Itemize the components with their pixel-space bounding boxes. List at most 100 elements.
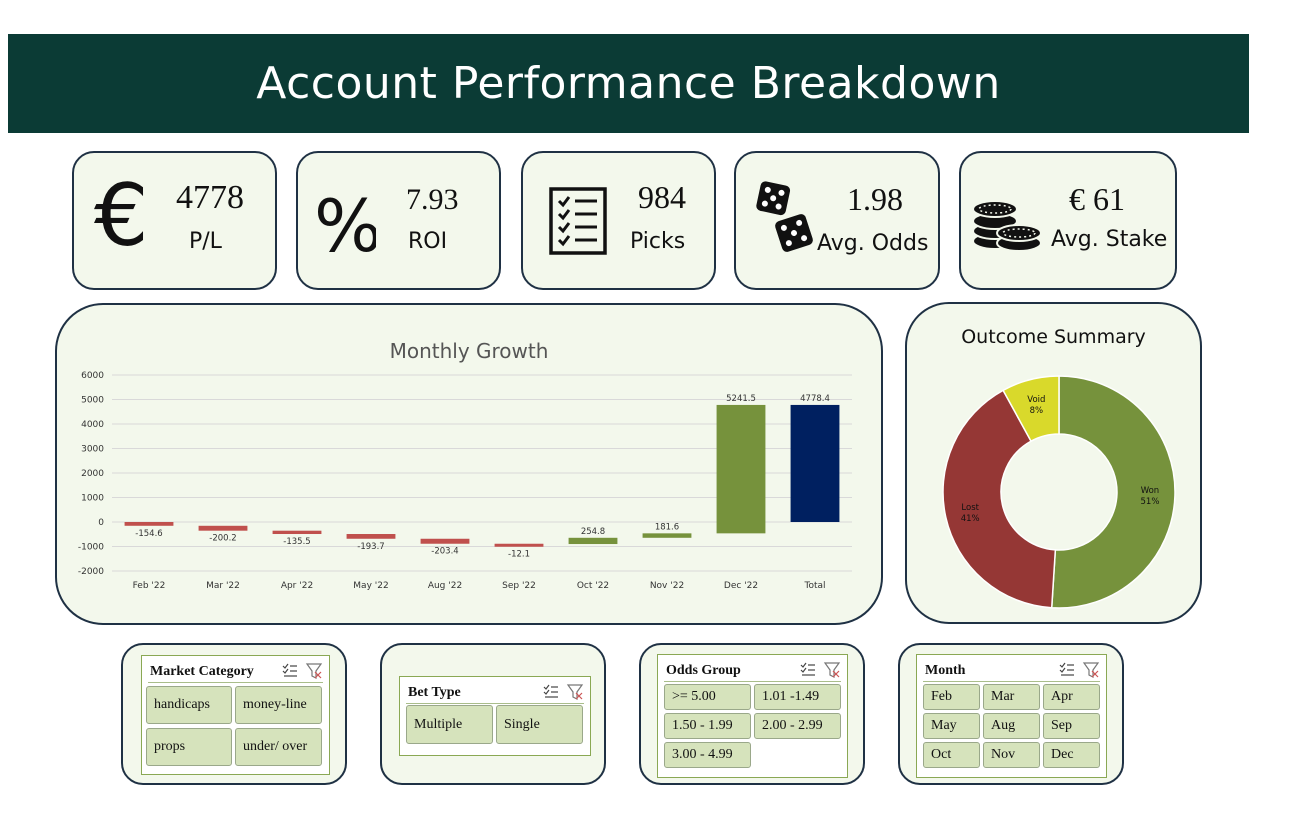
slicer-header-icons: [1058, 661, 1100, 679]
bar-dec-22: [716, 404, 766, 534]
x-tick-label: Feb '22: [133, 581, 166, 591]
slicer-item-apr[interactable]: Apr: [1043, 684, 1100, 710]
clear-filter-icon[interactable]: [305, 663, 323, 679]
slicer-title: Bet Type: [408, 685, 461, 700]
dice-icon: [754, 179, 824, 259]
kpi-card-stake: € 61 Avg. Stake: [959, 151, 1177, 290]
x-tick-label: Mar '22: [206, 581, 240, 591]
bar-total: [790, 404, 840, 522]
donut-chart: Won51% Lost41% Void8%: [942, 375, 1176, 609]
kpi-label-picks: Picks: [630, 229, 686, 254]
slice-label-percent: 8%: [1030, 406, 1044, 416]
bar-sep-22: [494, 543, 544, 547]
month-card: Month Feb Mar Apr May Aug Sep Oct Nov De…: [898, 643, 1124, 785]
slicer-item-money-line[interactable]: money-line: [235, 686, 322, 724]
multi-select-icon[interactable]: [1059, 662, 1074, 676]
slicer-header: Month: [923, 659, 1100, 682]
kpi-label-roi: ROI: [408, 229, 448, 254]
slicer-item-sep[interactable]: Sep: [1043, 713, 1100, 739]
clear-filter-icon[interactable]: [823, 662, 841, 678]
bet-type-slicer: Bet Type Multiple Single: [399, 676, 591, 756]
y-tick-label: 2000: [81, 469, 104, 479]
clear-filter-icon[interactable]: [566, 684, 584, 700]
slice-label-name: Void: [1027, 395, 1045, 405]
slicer-item-oct[interactable]: Oct: [923, 742, 980, 768]
slicer-item-may[interactable]: May: [923, 713, 980, 739]
kpi-card-odds: 1.98 Avg. Odds: [734, 151, 940, 290]
bar-aug-22: [420, 538, 470, 544]
x-tick-label: May '22: [353, 581, 388, 591]
x-tick-label: Apr '22: [281, 581, 313, 591]
data-label: 181.6: [655, 522, 679, 532]
slice-label-name: Won: [1141, 486, 1160, 496]
slicer-item-handicaps[interactable]: handicaps: [146, 686, 232, 724]
slicer-title: Market Category: [150, 664, 254, 679]
slice-label-name: Lost: [961, 503, 979, 513]
data-label: -12.1: [508, 550, 530, 560]
multi-select-icon[interactable]: [543, 684, 558, 698]
slicer-item-under-over[interactable]: under/ over: [235, 728, 322, 766]
odds-group-slicer: Odds Group >= 5.00 1.01 -1.49 1.50 - 1.9…: [657, 654, 848, 778]
month-slicer: Month Feb Mar Apr May Aug Sep Oct Nov De…: [916, 654, 1107, 778]
outcome-summary-panel: Outcome Summary Won 51% Lost 41% Void 8%: [905, 302, 1202, 624]
slicer-item-odds-2-00[interactable]: 2.00 - 2.99: [754, 713, 841, 739]
slicer-item-props[interactable]: props: [146, 728, 232, 766]
bar-apr-22: [272, 530, 322, 535]
slicer-item-nov[interactable]: Nov: [983, 742, 1040, 768]
kpi-card-roi: % 7.93 ROI: [296, 151, 501, 290]
kpi-card-picks: 984 Picks: [521, 151, 716, 290]
slicer-item-odds-5-plus[interactable]: >= 5.00: [664, 684, 751, 710]
waterfall-chart: 6000 5000 4000 3000 2000 1000 0 -1000 -2000 -154.…: [78, 371, 852, 591]
slicer-item-dec[interactable]: Dec: [1043, 742, 1100, 768]
multi-select-icon[interactable]: [282, 663, 297, 677]
kpi-value-odds: 1.98: [847, 181, 903, 217]
slicer-item-single[interactable]: Single: [496, 705, 583, 744]
y-tick-label: -2000: [78, 567, 104, 577]
x-tick-label: Oct '22: [577, 581, 609, 591]
euro-icon: €: [94, 166, 154, 267]
data-label: -154.6: [135, 529, 162, 539]
data-label: -203.4: [431, 547, 458, 557]
kpi-value-picks: 984: [638, 179, 686, 215]
slicer-header: Market Category: [148, 660, 323, 683]
slicer-item-feb[interactable]: Feb: [923, 684, 980, 710]
header-banner: Account Performance Breakdown: [8, 34, 1249, 133]
data-label: -200.2: [209, 534, 236, 544]
slicer-header: Bet Type: [406, 681, 584, 704]
slicer-header-icons: [542, 683, 584, 701]
kpi-card-pl: € 4778 P/L: [72, 151, 277, 290]
kpi-value-roi: 7.93: [406, 183, 459, 216]
y-tick-label: 4000: [81, 420, 104, 430]
monthly-growth-panel: Monthly Growth 6000 5000 4000 3000 2000 1000 0…: [55, 303, 883, 625]
bar-oct-22: [568, 537, 618, 545]
slicer-item-odds-1-50[interactable]: 1.50 - 1.99: [664, 713, 751, 739]
y-tick-label: 6000: [81, 371, 104, 381]
y-tick-label: -1000: [78, 543, 104, 553]
slicer-item-aug[interactable]: Aug: [983, 713, 1040, 739]
slicer-header: Odds Group: [664, 659, 841, 682]
multi-select-icon[interactable]: [800, 662, 815, 676]
clear-filter-icon[interactable]: [1082, 662, 1100, 678]
percent-icon: %: [314, 177, 382, 268]
x-tick-label: Sep '22: [502, 581, 536, 591]
slicer-header-icons: [281, 662, 323, 680]
data-label: -193.7: [357, 542, 384, 552]
data-label: 5241.5: [726, 394, 756, 404]
kpi-label-odds: Avg. Odds: [817, 231, 929, 256]
coins-icon: [969, 191, 1047, 259]
slice-label-percent: 51%: [1141, 497, 1160, 507]
bar-nov-22: [642, 533, 692, 538]
kpi-label-pl: P/L: [189, 229, 222, 254]
slicer-title: Month: [925, 663, 966, 678]
page-title: Account Performance Breakdown: [256, 58, 1001, 109]
data-label: -135.5: [283, 537, 310, 547]
slicer-item-odds-1-01[interactable]: 1.01 -1.49: [754, 684, 841, 710]
market-category-slicer: Market Category handicaps money-line pro…: [141, 655, 330, 775]
bar-may-22: [346, 534, 396, 539]
slicer-item-multiple[interactable]: Multiple: [406, 705, 493, 744]
slice-label-percent: 41%: [961, 514, 980, 524]
slicer-item-mar[interactable]: Mar: [983, 684, 1040, 710]
slicer-header-icons: [799, 661, 841, 679]
slicer-item-odds-3-00[interactable]: 3.00 - 4.99: [664, 742, 751, 768]
market-category-card: Market Category handicaps money-line pro…: [121, 643, 347, 785]
